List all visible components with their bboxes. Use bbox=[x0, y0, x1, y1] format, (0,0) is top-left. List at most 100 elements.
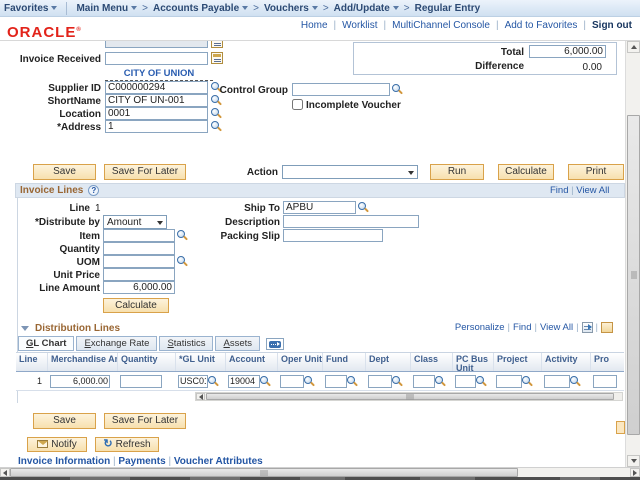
lookup-icon[interactable] bbox=[358, 202, 369, 213]
quantity-input[interactable] bbox=[103, 242, 175, 255]
breadcrumb-vouchers[interactable]: Vouchers bbox=[260, 3, 322, 14]
scroll-right-icon[interactable] bbox=[630, 468, 640, 477]
download-grid-icon[interactable] bbox=[582, 322, 593, 333]
activity-input[interactable] bbox=[544, 375, 570, 388]
breadcrumb-regular-entry[interactable]: Regular Entry bbox=[411, 3, 485, 14]
control-group-input[interactable] bbox=[292, 83, 390, 96]
lookup-icon[interactable] bbox=[392, 376, 403, 387]
total-input[interactable] bbox=[529, 45, 606, 58]
favorites-menu[interactable]: Favorites bbox=[0, 3, 61, 14]
lookup-icon[interactable] bbox=[392, 84, 403, 95]
merchandise-amt-input[interactable] bbox=[50, 375, 110, 388]
calculate-button[interactable]: Calculate bbox=[498, 164, 554, 180]
ship-to-input[interactable] bbox=[283, 201, 356, 214]
worklist-link[interactable]: Worklist bbox=[342, 20, 377, 31]
scroll-up-icon[interactable] bbox=[627, 41, 640, 53]
view-all-link[interactable]: View All bbox=[576, 185, 609, 196]
gl-unit-input[interactable] bbox=[178, 375, 208, 388]
oper-unit-input[interactable] bbox=[280, 375, 304, 388]
add-to-favorites-link[interactable]: Add to Favorites bbox=[505, 20, 578, 31]
find-link[interactable]: Find bbox=[513, 322, 531, 333]
pc-bus-unit-input[interactable] bbox=[455, 375, 476, 388]
tab-statistics[interactable]: Statistics bbox=[159, 336, 213, 351]
line-amount-input[interactable] bbox=[103, 281, 175, 294]
calendar-icon[interactable] bbox=[211, 52, 223, 64]
home-link[interactable]: Home bbox=[301, 20, 328, 31]
find-link[interactable]: Find bbox=[550, 185, 568, 196]
clipped-button[interactable] bbox=[616, 421, 625, 434]
invoice-information-link[interactable]: Invoice Information bbox=[18, 456, 110, 467]
oracle-logo: ORACLE® bbox=[7, 24, 82, 41]
account-input[interactable] bbox=[228, 375, 260, 388]
address-input[interactable] bbox=[105, 120, 208, 133]
run-button[interactable]: Run bbox=[430, 164, 484, 180]
payments-link[interactable]: Payments bbox=[118, 456, 165, 467]
action-select[interactable] bbox=[282, 165, 418, 179]
packing-slip-input[interactable] bbox=[283, 229, 383, 242]
uom-input[interactable] bbox=[103, 255, 175, 268]
item-input[interactable] bbox=[103, 229, 175, 242]
collapse-icon[interactable] bbox=[21, 326, 29, 331]
lookup-icon[interactable] bbox=[211, 108, 222, 119]
notify-button[interactable]: Notify bbox=[27, 437, 87, 452]
project-input[interactable] bbox=[496, 375, 522, 388]
lookup-icon[interactable] bbox=[476, 376, 487, 387]
refresh-button[interactable]: ↻Refresh bbox=[95, 437, 159, 452]
breadcrumb-add-update[interactable]: Add/Update bbox=[330, 3, 403, 14]
view-all-link[interactable]: View All bbox=[540, 322, 573, 333]
breadcrumb-accounts-payable[interactable]: Accounts Payable bbox=[149, 3, 252, 14]
scroll-down-icon[interactable] bbox=[627, 455, 640, 467]
description-input[interactable] bbox=[283, 215, 419, 228]
unit-price-input[interactable] bbox=[103, 268, 175, 281]
tab-gl-chart[interactable]: GL Chart bbox=[18, 336, 74, 351]
lookup-icon[interactable] bbox=[211, 95, 222, 106]
fund-input[interactable] bbox=[325, 375, 347, 388]
incomplete-voucher-checkbox[interactable] bbox=[292, 99, 303, 110]
lookup-icon[interactable] bbox=[177, 256, 188, 267]
save-button-bottom[interactable]: Save bbox=[33, 413, 96, 429]
distribute-by-select[interactable]: Amount bbox=[103, 215, 167, 229]
voucher-attributes-link[interactable]: Voucher Attributes bbox=[174, 456, 263, 467]
scrollbar-thumb[interactable] bbox=[10, 468, 518, 477]
horizontal-scrollbar[interactable] bbox=[0, 467, 640, 477]
personalize-link[interactable]: Personalize bbox=[455, 322, 505, 333]
sign-out-link[interactable]: Sign out bbox=[592, 20, 632, 31]
scrollbar-thumb[interactable] bbox=[206, 393, 614, 400]
vertical-scrollbar[interactable] bbox=[625, 41, 640, 467]
multichannel-console-link[interactable]: MultiChannel Console bbox=[392, 20, 490, 31]
action-label: Action bbox=[220, 167, 278, 178]
lookup-icon[interactable] bbox=[177, 230, 188, 241]
grid-horizontal-scrollbar[interactable] bbox=[195, 392, 623, 401]
main-menu[interactable]: Main Menu bbox=[72, 3, 141, 14]
lookup-icon[interactable] bbox=[435, 376, 446, 387]
supplier-id-input[interactable] bbox=[105, 81, 208, 94]
location-input[interactable] bbox=[105, 107, 208, 120]
tab-exchange-rate[interactable]: Exchange Rate bbox=[76, 336, 157, 351]
scroll-left-icon[interactable] bbox=[196, 393, 205, 400]
help-icon[interactable]: ? bbox=[88, 185, 99, 196]
lookup-icon[interactable] bbox=[208, 376, 219, 387]
save-for-later-button[interactable]: Save For Later bbox=[104, 164, 186, 180]
lookup-icon[interactable] bbox=[211, 121, 222, 132]
lookup-icon[interactable] bbox=[260, 376, 271, 387]
tab-assets[interactable]: Assets bbox=[215, 336, 260, 351]
scrollbar-thumb[interactable] bbox=[627, 115, 640, 435]
lookup-icon[interactable] bbox=[570, 376, 581, 387]
print-button[interactable]: Print bbox=[568, 164, 624, 180]
calculate-line-button[interactable]: Calculate bbox=[103, 298, 169, 313]
lookup-icon[interactable] bbox=[522, 376, 533, 387]
show-all-tabs-icon[interactable] bbox=[266, 338, 284, 350]
save-for-later-button-bottom[interactable]: Save For Later bbox=[104, 413, 186, 429]
dept-input[interactable] bbox=[368, 375, 392, 388]
product-input[interactable] bbox=[593, 375, 617, 388]
lookup-icon[interactable] bbox=[347, 376, 358, 387]
invoice-received-input[interactable] bbox=[105, 52, 208, 65]
lookup-icon[interactable] bbox=[304, 376, 315, 387]
scroll-left-icon[interactable] bbox=[0, 468, 10, 477]
shortname-input[interactable] bbox=[105, 94, 208, 107]
save-button[interactable]: Save bbox=[33, 164, 96, 180]
class-input[interactable] bbox=[413, 375, 435, 388]
row-quantity-input[interactable] bbox=[120, 375, 162, 388]
clipped-grid-icon[interactable] bbox=[601, 322, 613, 333]
supplier-name-link[interactable]: CITY OF UNION bbox=[105, 68, 213, 81]
